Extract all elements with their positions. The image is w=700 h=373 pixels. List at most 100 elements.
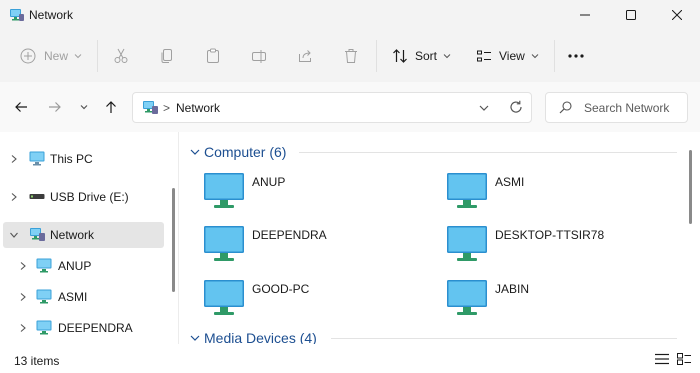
group-header-computer[interactable]: Computer (6) bbox=[189, 142, 286, 162]
nav-item-network[interactable]: Network bbox=[3, 222, 164, 248]
paste-button[interactable] bbox=[205, 44, 221, 68]
refresh-button[interactable] bbox=[509, 100, 523, 117]
nav-item-this-pc[interactable]: This PC bbox=[3, 146, 164, 172]
address-dropdown-button[interactable] bbox=[479, 102, 489, 116]
nav-item-label: DEEPENDRA bbox=[58, 321, 133, 335]
address-bar[interactable]: > Network bbox=[132, 92, 532, 123]
forward-button[interactable] bbox=[45, 97, 65, 117]
computer-icon bbox=[204, 280, 244, 315]
minimize-icon bbox=[580, 14, 590, 16]
view-button[interactable]: View bbox=[476, 44, 539, 68]
chevron-down-icon bbox=[531, 54, 539, 59]
more-options-button[interactable] bbox=[567, 44, 585, 68]
computer-name: ANUP bbox=[252, 175, 286, 189]
nav-item-label: USB Drive (E:) bbox=[50, 190, 129, 204]
computer-icon bbox=[447, 173, 487, 208]
copy-button[interactable] bbox=[159, 44, 175, 68]
close-button[interactable] bbox=[654, 0, 700, 30]
divider bbox=[97, 40, 98, 72]
status-bar: 13 items bbox=[0, 344, 700, 373]
group-title: Computer (6) bbox=[204, 144, 287, 160]
nav-item-deependra[interactable]: DEEPENDRA bbox=[3, 315, 164, 341]
network-folder-icon bbox=[9, 8, 25, 22]
tiles-view-icon bbox=[677, 353, 691, 365]
nav-item-label: ASMI bbox=[58, 290, 88, 304]
arrow-right-icon bbox=[49, 102, 61, 112]
back-button[interactable] bbox=[11, 97, 31, 117]
content-scrollbar[interactable] bbox=[689, 150, 692, 224]
chevron-down-icon bbox=[190, 149, 200, 155]
new-label: New bbox=[44, 49, 69, 63]
chevron-down-icon bbox=[80, 105, 88, 110]
delete-button[interactable] bbox=[343, 44, 359, 68]
divider bbox=[376, 40, 377, 72]
group-title: Media Devices (4) bbox=[204, 330, 317, 344]
chevron-right-icon bbox=[20, 262, 26, 270]
chevron-right-icon bbox=[20, 293, 26, 301]
computer-item-desktop-ttsir78[interactable]: DESKTOP-TTSIR78 bbox=[446, 225, 646, 269]
computer-icon bbox=[36, 320, 52, 335]
computer-item-asmi[interactable]: ASMI bbox=[446, 172, 646, 216]
sort-button[interactable]: Sort bbox=[392, 44, 451, 68]
nav-item-label: Network bbox=[50, 228, 95, 242]
details-view-icon bbox=[655, 353, 669, 365]
computer-name: DESKTOP-TTSIR78 bbox=[495, 228, 605, 242]
usb-drive-icon bbox=[29, 194, 45, 199]
search-box[interactable]: Search Network bbox=[545, 92, 688, 123]
group-header-media-devices[interactable]: Media Devices (4) bbox=[189, 328, 317, 344]
chevron-down-icon bbox=[443, 54, 451, 59]
computer-item-deependra[interactable]: DEEPENDRA bbox=[203, 225, 403, 269]
nav-item-label: This PC bbox=[50, 152, 93, 166]
up-button[interactable] bbox=[101, 97, 121, 117]
command-bar: New Sort View bbox=[0, 30, 700, 82]
rename-icon bbox=[252, 50, 266, 63]
navigation-pane: This PC USB Drive (E:) Network ANUP ASMI… bbox=[0, 132, 178, 344]
recent-locations-button[interactable] bbox=[74, 97, 94, 117]
nav-item-anup[interactable]: ANUP bbox=[3, 253, 164, 279]
plus-circle-icon bbox=[20, 48, 36, 64]
cut-button[interactable] bbox=[113, 44, 129, 68]
chevron-right-icon bbox=[20, 324, 26, 332]
nav-item-asmi[interactable]: ASMI bbox=[3, 284, 164, 310]
minimize-button[interactable] bbox=[562, 0, 608, 30]
share-icon bbox=[299, 50, 311, 62]
search-input[interactable]: Search Network bbox=[584, 101, 669, 115]
rename-button[interactable] bbox=[251, 44, 267, 68]
pc-icon bbox=[29, 151, 45, 166]
nav-item-usb-drive[interactable]: USB Drive (E:) bbox=[3, 184, 164, 210]
computer-name: ASMI bbox=[495, 175, 525, 189]
computer-icon bbox=[447, 280, 487, 315]
network-icon bbox=[30, 228, 45, 241]
computer-icon bbox=[204, 173, 244, 208]
window-title: Network bbox=[29, 8, 74, 22]
chevron-down-icon bbox=[10, 232, 18, 238]
network-icon bbox=[142, 100, 159, 118]
details-view-button[interactable] bbox=[655, 353, 669, 368]
sort-label: Sort bbox=[415, 49, 438, 63]
computer-icon bbox=[36, 258, 52, 273]
group-divider bbox=[331, 338, 677, 339]
arrow-up-icon bbox=[106, 101, 116, 113]
content-area: Computer (6) ANUP ASMI DEEPENDRA DESKTOP… bbox=[179, 132, 700, 344]
chevron-down-icon bbox=[74, 54, 82, 59]
close-icon bbox=[672, 10, 682, 20]
search-icon bbox=[559, 101, 572, 117]
computer-name: GOOD-PC bbox=[252, 282, 310, 296]
address-row: > Network Search Network bbox=[0, 82, 700, 132]
new-button[interactable]: New bbox=[20, 44, 82, 68]
group-divider bbox=[299, 152, 677, 153]
computer-icon bbox=[36, 289, 52, 304]
chevron-down-icon bbox=[190, 335, 200, 341]
computer-item-jabin[interactable]: JABIN bbox=[446, 279, 646, 323]
computer-item-anup[interactable]: ANUP bbox=[203, 172, 403, 216]
computer-item-good-pc[interactable]: GOOD-PC bbox=[203, 279, 403, 323]
sort-icon bbox=[393, 49, 407, 63]
navigation-scrollbar[interactable] bbox=[172, 188, 175, 292]
share-button[interactable] bbox=[297, 44, 313, 68]
clipboard-icon bbox=[207, 48, 219, 63]
scissors-icon bbox=[114, 48, 128, 63]
tiles-view-button[interactable] bbox=[677, 353, 691, 368]
breadcrumb-network[interactable]: Network bbox=[176, 101, 220, 115]
maximize-button[interactable] bbox=[608, 0, 654, 30]
computer-icon bbox=[204, 226, 244, 261]
